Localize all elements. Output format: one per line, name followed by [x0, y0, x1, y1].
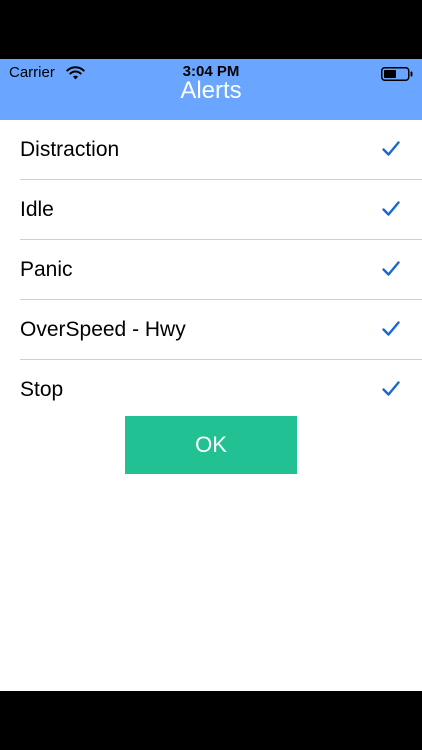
checkmark-icon — [382, 201, 400, 216]
alert-row-overspeed-hwy[interactable]: OverSpeed - Hwy — [20, 300, 422, 360]
checkmark-icon — [382, 381, 400, 396]
alert-list: Distraction Idle Panic OverSpeed - Hwy S… — [0, 120, 422, 419]
bottom-letterbox — [0, 691, 422, 750]
alert-row-distraction[interactable]: Distraction — [20, 120, 422, 180]
checkmark-icon — [382, 321, 400, 336]
alert-row-panic[interactable]: Panic — [20, 240, 422, 300]
top-letterbox — [0, 0, 422, 59]
alert-label: OverSpeed - Hwy — [20, 318, 186, 341]
alert-row-stop[interactable]: Stop — [20, 360, 422, 419]
navigation-bar: Carrier 3:04 PM Alerts — [0, 59, 422, 120]
page-title: Alerts — [180, 77, 242, 104]
alert-label: Panic — [20, 258, 73, 281]
alert-label: Idle — [20, 198, 54, 221]
checkmark-icon — [382, 261, 400, 276]
app-screen: Carrier 3:04 PM Alerts Distraction Idle — [0, 59, 422, 691]
checkmark-icon — [382, 141, 400, 156]
alert-label: Stop — [20, 378, 64, 401]
alert-row-idle[interactable]: Idle — [20, 180, 422, 240]
ok-button[interactable]: OK — [125, 416, 297, 474]
alert-label: Distraction — [20, 138, 120, 161]
